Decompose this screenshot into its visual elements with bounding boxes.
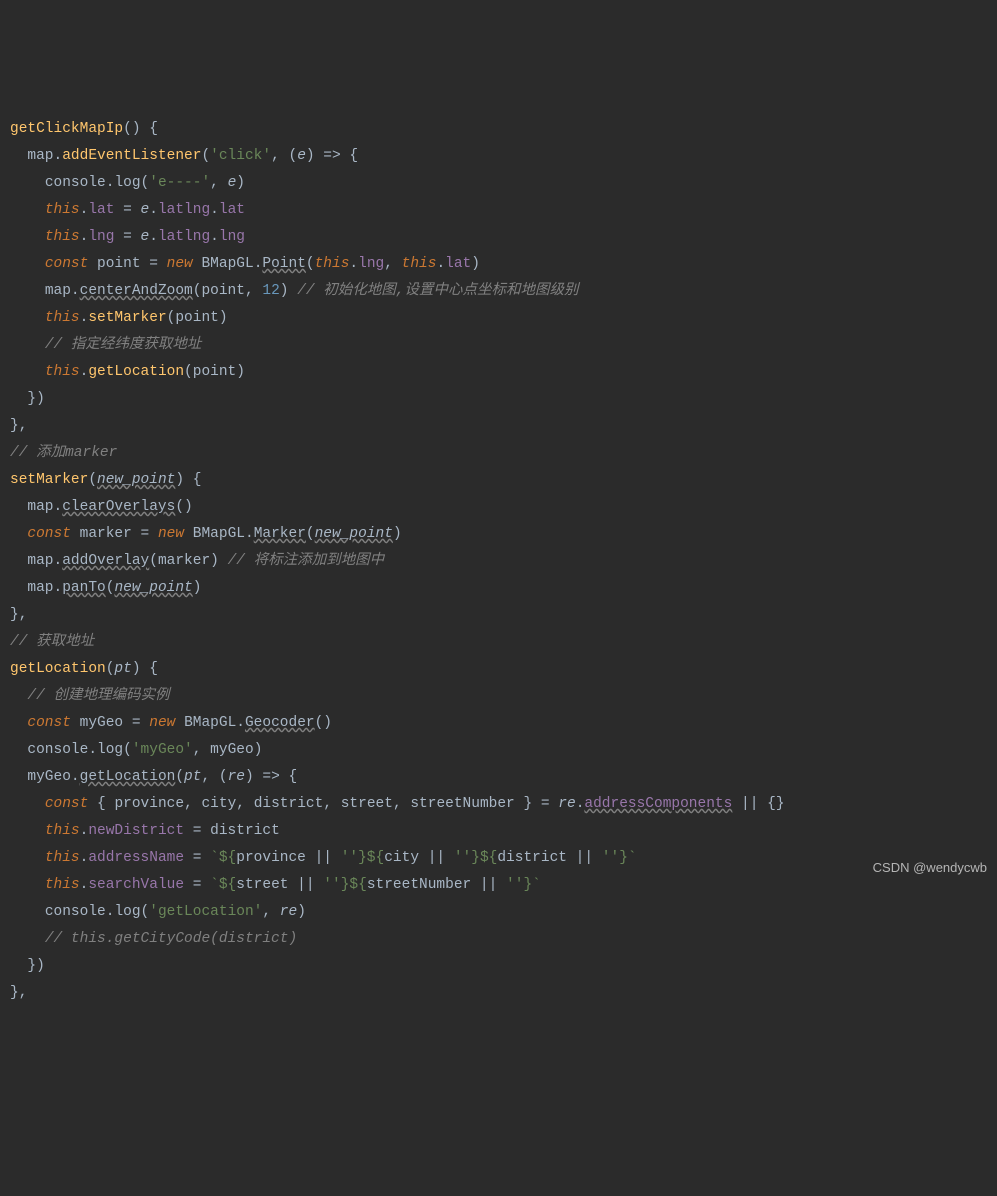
function-name: getLocation [10,661,106,677]
watermark: CSDN @wendycwb [873,854,987,881]
function-name: setMarker [10,472,88,488]
function-name: getClickMapIp [10,121,123,137]
code-editor: getClickMapIp() { map.addEventListener('… [10,116,997,1007]
